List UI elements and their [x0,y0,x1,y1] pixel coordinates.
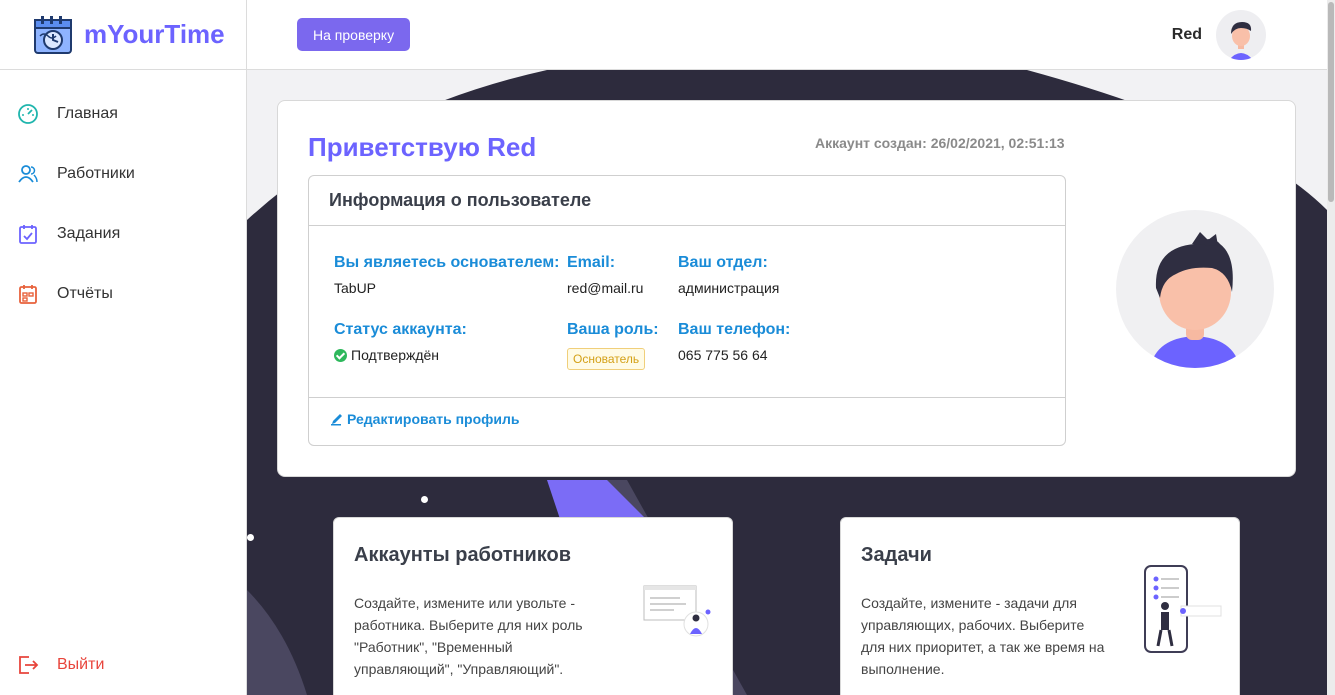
founder-label: Вы являетесь основателем: [334,254,560,271]
sidebar-item-tasks[interactable]: Задания [0,204,246,264]
phone-label: Ваш телефон: [678,321,791,338]
email-value: red@mail.ru [567,280,644,296]
page-title: Приветствую Red [308,132,537,162]
sidebar-item-label: Главная [57,105,118,122]
sidebar-item-label: Задания [57,225,121,242]
role-badge: Основатель [567,348,646,370]
sidebar-item-label: Отчёты [57,285,113,302]
decorative-dot [421,496,428,503]
department-value: администрация [678,280,780,296]
review-button[interactable]: На проверку [297,18,411,51]
reports-icon [17,283,39,305]
department-field: Ваш отдел: администрация [678,254,779,296]
edit-profile-link[interactable]: Редактировать профиль [330,411,520,427]
dashboard-icon [17,103,39,125]
avatar[interactable] [1216,10,1266,60]
calendar-clock-logo-icon [34,15,72,54]
check-circle-icon [334,349,347,362]
logout-button[interactable]: Выйти [0,635,104,695]
tasks-icon [17,223,39,245]
sidebar-item-label: Работники [57,165,135,182]
logout-icon [17,654,39,676]
status-field: Статус аккаунта: Подтверждён [334,321,467,363]
sidebar: mYourTime Главная Работники Задания Отчё… [0,0,247,695]
users-icon [17,163,39,185]
decorative-dot [247,534,254,541]
card-description: Создайте, измените или увольте - работни… [354,595,583,677]
pencil-icon [331,414,342,426]
card-title: Аккаунты работников [354,544,572,566]
profile-avatar [1116,210,1274,368]
email-field: Email: red@mail.ru [567,254,643,296]
user-info-footer: Редактировать профиль [309,397,1065,445]
sidebar-item-home[interactable]: Главная [0,84,246,144]
phone-value: 065 775 56 64 [678,347,768,363]
email-label: Email: [567,254,616,271]
user-name[interactable]: Red [1172,26,1202,44]
status-value: Подтверждён [351,347,440,363]
logout-label: Выйти [57,656,105,673]
user-info-title: Информация о пользователе [309,176,1065,226]
tasks-phone-illustration-icon [1144,565,1222,653]
topbar: На проверку Red [247,0,1327,70]
scrollbar-thumb[interactable] [1328,2,1334,202]
edit-profile-label: Редактировать профиль [347,411,520,427]
card-description: Создайте, измените - задачи для управляю… [861,595,1105,677]
user-info-panel: Информация о пользователе Вы являетесь о… [308,175,1066,446]
brand[interactable]: mYourTime [0,0,246,70]
app-name: mYourTime [84,19,225,49]
welcome-card: Приветствую Red Аккаунт создан: 26/02/20… [277,100,1296,477]
scrollbar[interactable] [1327,0,1335,695]
card-title: Задачи [861,544,932,566]
sidebar-item-workers[interactable]: Работники [0,144,246,204]
founder-field: Вы являетесь основателем: TabUP [334,254,559,296]
account-created-date: Аккаунт создан: 26/02/2021, 02:51:13 [815,135,1065,151]
status-label: Статус аккаунта: [334,321,467,338]
founder-value: TabUP [334,280,377,296]
role-label: Ваша роль: [567,321,659,338]
sidebar-item-reports[interactable]: Отчёты [0,264,246,324]
workers-accounts-card[interactable]: Аккаунты работников Создайте, измените и… [333,517,733,695]
phone-field: Ваш телефон: 065 775 56 64 [678,321,790,363]
sidebar-nav: Главная Работники Задания Отчёты [0,70,246,324]
role-field: Ваша роль: Основатель [567,321,659,370]
department-label: Ваш отдел: [678,254,768,271]
tasks-card[interactable]: Задачи Создайте, измените - задачи для у… [840,517,1240,695]
workers-illustration-icon [643,585,711,637]
